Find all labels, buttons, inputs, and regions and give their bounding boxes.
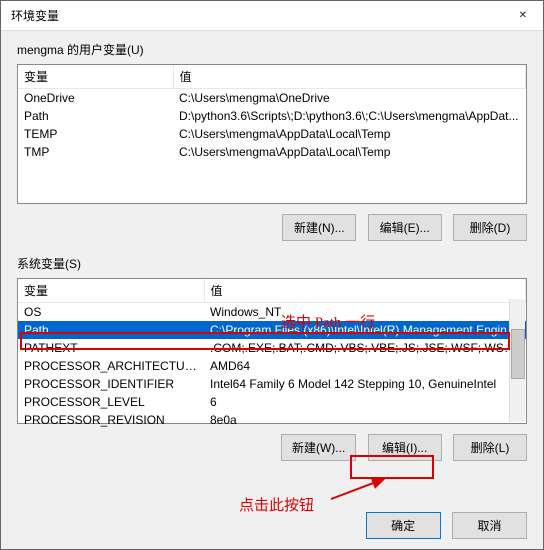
table-row[interactable]: PROCESSOR_REVISION8e0a [18, 411, 526, 429]
user-edit-button[interactable]: 编辑(E)... [368, 214, 442, 241]
var-name-cell: TMP [18, 143, 173, 161]
var-name-cell: PROCESSOR_ARCHITECTURE [18, 357, 204, 375]
dialog-title: 环境变量 [11, 7, 59, 24]
table-row[interactable]: PROCESSOR_LEVEL6 [18, 393, 526, 411]
table-row[interactable]: PathC:\Program Files (x86)\Intel\Intel(R… [18, 321, 526, 339]
var-name-cell: PROCESSOR_LEVEL [18, 393, 204, 411]
sys-new-button[interactable]: 新建(W)... [281, 434, 356, 461]
var-value-cell: Windows_NT [204, 303, 526, 322]
var-value-cell: AMD64 [204, 357, 526, 375]
cancel-button[interactable]: 取消 [452, 512, 527, 539]
table-row[interactable]: PathD:\python3.6\Scripts\;D:\python3.6\;… [18, 107, 526, 125]
var-name-cell: OneDrive [18, 89, 173, 108]
table-row[interactable]: OneDriveC:\Users\mengma\OneDrive [18, 89, 526, 108]
table-row[interactable]: PATHEXT.COM;.EXE;.BAT;.CMD;.VBS;.VBE;.JS… [18, 339, 526, 357]
table-row[interactable]: TEMPC:\Users\mengma\AppData\Local\Temp [18, 125, 526, 143]
scrollbar[interactable] [509, 299, 525, 422]
table-row[interactable]: OSWindows_NT [18, 303, 526, 322]
titlebar: 环境变量 ✕ [1, 1, 543, 31]
var-value-cell: D:\python3.6\Scripts\;D:\python3.6\;C:\U… [173, 107, 526, 125]
sys-vars-label: 系统变量(S) [17, 255, 527, 272]
user-delete-button[interactable]: 删除(D) [453, 214, 527, 241]
var-value-cell: C:\Program Files (x86)\Intel\Intel(R) Ma… [204, 321, 526, 339]
var-value-cell: .COM;.EXE;.BAT;.CMD;.VBS;.VBE;.JS;.JSE;.… [204, 339, 526, 357]
sys-edit-button[interactable]: 编辑(I)... [368, 434, 442, 461]
var-name-cell: OS [18, 303, 204, 322]
var-name-cell: PROCESSOR_REVISION [18, 411, 204, 429]
ok-button[interactable]: 确定 [366, 512, 441, 539]
user-vars-label: mengma 的用户变量(U) [17, 41, 527, 58]
col-header-name[interactable]: 变量 [18, 279, 204, 303]
arrow-icon [329, 475, 399, 503]
var-name-cell: PROCESSOR_IDENTIFIER [18, 375, 204, 393]
close-icon[interactable]: ✕ [513, 8, 533, 23]
user-vars-table: 变量 值 OneDriveC:\Users\mengma\OneDrivePat… [17, 64, 527, 204]
user-new-button[interactable]: 新建(N)... [282, 214, 356, 241]
var-name-cell: TEMP [18, 125, 173, 143]
table-row[interactable]: PROCESSOR_IDENTIFIERIntel64 Family 6 Mod… [18, 375, 526, 393]
table-row[interactable]: TMPC:\Users\mengma\AppData\Local\Temp [18, 143, 526, 161]
var-name-cell: Path [18, 107, 173, 125]
var-value-cell: C:\Users\mengma\OneDrive [173, 89, 526, 108]
scroll-thumb[interactable] [511, 329, 525, 379]
var-name-cell: Path [18, 321, 204, 339]
col-header-value[interactable]: 值 [204, 279, 526, 303]
table-row[interactable]: PROCESSOR_ARCHITECTUREAMD64 [18, 357, 526, 375]
sys-vars-table: 变量 值 OSWindows_NTPathC:\Program Files (x… [17, 278, 527, 424]
var-name-cell: PATHEXT [18, 339, 204, 357]
var-value-cell: C:\Users\mengma\AppData\Local\Temp [173, 125, 526, 143]
col-header-name[interactable]: 变量 [18, 65, 173, 89]
col-header-value[interactable]: 值 [173, 65, 526, 89]
var-value-cell: C:\Users\mengma\AppData\Local\Temp [173, 143, 526, 161]
var-value-cell: 8e0a [204, 411, 526, 429]
var-value-cell: 6 [204, 393, 526, 411]
var-value-cell: Intel64 Family 6 Model 142 Stepping 10, … [204, 375, 526, 393]
annotation-text-2: 点击此按钮 [239, 494, 314, 515]
sys-delete-button[interactable]: 删除(L) [453, 434, 527, 461]
